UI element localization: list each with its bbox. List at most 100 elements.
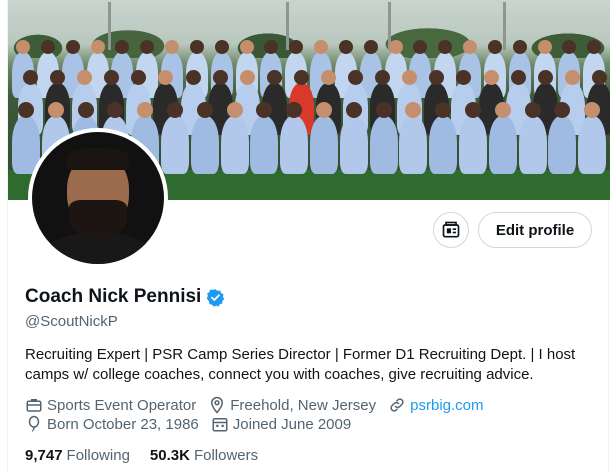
banner-player: [280, 116, 309, 174]
banner-player-head: [338, 40, 353, 54]
banner-player: [488, 116, 517, 174]
banner-player-head: [564, 70, 580, 85]
profile-meta-row-1: Sports Event Operator Freehold, New Jers…: [25, 396, 496, 414]
profile-meta-row-2: Born October 23, 1986 Joined June 2009: [25, 415, 363, 433]
banner-player-head: [388, 40, 403, 54]
banner-player-head: [510, 70, 526, 85]
banner-player-head: [413, 40, 428, 54]
banner-player-head: [115, 40, 130, 54]
following-link[interactable]: 9,747 Following: [25, 447, 130, 464]
banner-player-head: [562, 40, 577, 54]
banner-player-head: [16, 40, 30, 54]
banner-player-head: [316, 102, 332, 118]
followers-link[interactable]: 50.3K Followers: [150, 447, 258, 464]
banner-player-head: [212, 70, 228, 85]
banner-player: [310, 116, 338, 174]
banner-player-head: [591, 70, 607, 85]
following-count: 9,747: [25, 447, 63, 464]
banner-player-head: [348, 70, 364, 85]
banner-player: [548, 116, 577, 174]
banner-player-head: [293, 70, 309, 85]
banner-player-head: [140, 40, 155, 54]
profile-panel: Edit profile Coach Nick Pennisi @ScoutNi…: [7, 0, 610, 471]
banner-player-head: [196, 102, 213, 118]
banner-player-head: [463, 40, 477, 54]
banner-player-head: [524, 102, 541, 118]
profile-joined-text: Joined June 2009: [232, 415, 352, 433]
profile-joined: Joined June 2009: [211, 415, 351, 433]
verified-badge-icon[interactable]: [206, 288, 225, 307]
banner-player-head: [494, 102, 511, 118]
banner-player-head: [18, 102, 34, 118]
banner-player-head: [321, 70, 336, 85]
banner-player-head: [512, 40, 527, 54]
banner-player-head: [214, 40, 229, 54]
banner-player-head: [239, 40, 254, 54]
banner-player-head: [537, 70, 553, 85]
avatar-beard: [69, 200, 127, 238]
banner-player-head: [50, 70, 66, 85]
briefcase-icon: [26, 399, 42, 412]
banner-player-head: [266, 70, 282, 85]
balloon-icon: [28, 415, 40, 432]
banner-player: [459, 116, 487, 174]
banner-player: [190, 116, 219, 174]
banner-player-head: [185, 70, 201, 85]
profile-birthday-text: Born October 23, 1986: [47, 415, 199, 433]
banner-player-head: [487, 40, 502, 54]
banner-player-head: [239, 70, 255, 85]
banner-player-head: [314, 40, 328, 54]
profile-website[interactable]: psrbig.com: [388, 396, 484, 414]
banner-player: [578, 116, 607, 174]
banner-player-head: [167, 102, 183, 118]
professional-tools-button[interactable]: [433, 212, 469, 248]
banner-player-head: [189, 40, 204, 54]
followers-label: Followers: [193, 447, 259, 464]
banner-player-head: [264, 40, 279, 54]
banner-player-head: [289, 40, 304, 54]
location-pin-icon: [211, 396, 224, 414]
banner-player-head: [40, 40, 55, 54]
edit-profile-button[interactable]: Edit profile: [478, 212, 592, 248]
profile-bio: Recruiting Expert | PSR Camp Series Dire…: [25, 346, 576, 383]
link-icon: [390, 398, 404, 412]
banner-player-head: [438, 40, 453, 54]
profile-name: Coach Nick Pennisi: [25, 286, 202, 307]
profile-category: Sports Event Operator: [25, 396, 196, 414]
banner-player-head: [90, 40, 105, 54]
professional-tools-icon: [442, 221, 460, 238]
banner-player: [220, 116, 249, 174]
banner-player-head: [77, 102, 94, 118]
banner-player-head: [375, 102, 392, 118]
banner-player-head: [483, 70, 499, 85]
banner-player: [399, 116, 428, 174]
calendar-icon: [212, 418, 228, 432]
banner-player-head: [165, 40, 179, 54]
banner-player-head: [465, 102, 481, 118]
profile-birthday: Born October 23, 1986: [25, 415, 199, 433]
banner-player-head: [23, 70, 38, 85]
profile-category-text: Sports Event Operator: [47, 396, 197, 414]
banner-player: [161, 116, 189, 174]
profile-name-row: Coach Nick Pennisi: [25, 286, 225, 308]
banner-player: [518, 116, 547, 174]
banner-player: [339, 116, 368, 174]
banner-player-head: [587, 40, 602, 54]
followers-count: 50.3K: [149, 447, 190, 464]
profile-location: Freehold, New Jersey: [208, 396, 376, 414]
profile-website-link[interactable]: psrbig.com: [410, 397, 483, 414]
banner-player-head: [226, 102, 243, 118]
banner-player-head: [47, 102, 64, 118]
banner-player: [429, 116, 458, 174]
banner-player: [250, 116, 279, 174]
follow-stats: 9,747 Following 50.3K Followers: [25, 447, 278, 464]
profile-handle: @ScoutNickP: [25, 313, 118, 330]
banner-player-head: [345, 102, 362, 118]
avatar-hair: [67, 148, 129, 170]
avatar[interactable]: [28, 128, 168, 268]
banner-player: [369, 116, 398, 174]
banner-player-head: [363, 40, 378, 54]
following-label: Following: [66, 447, 130, 464]
profile-location-text: Freehold, New Jersey: [230, 396, 377, 414]
banner-player-head: [537, 40, 552, 54]
